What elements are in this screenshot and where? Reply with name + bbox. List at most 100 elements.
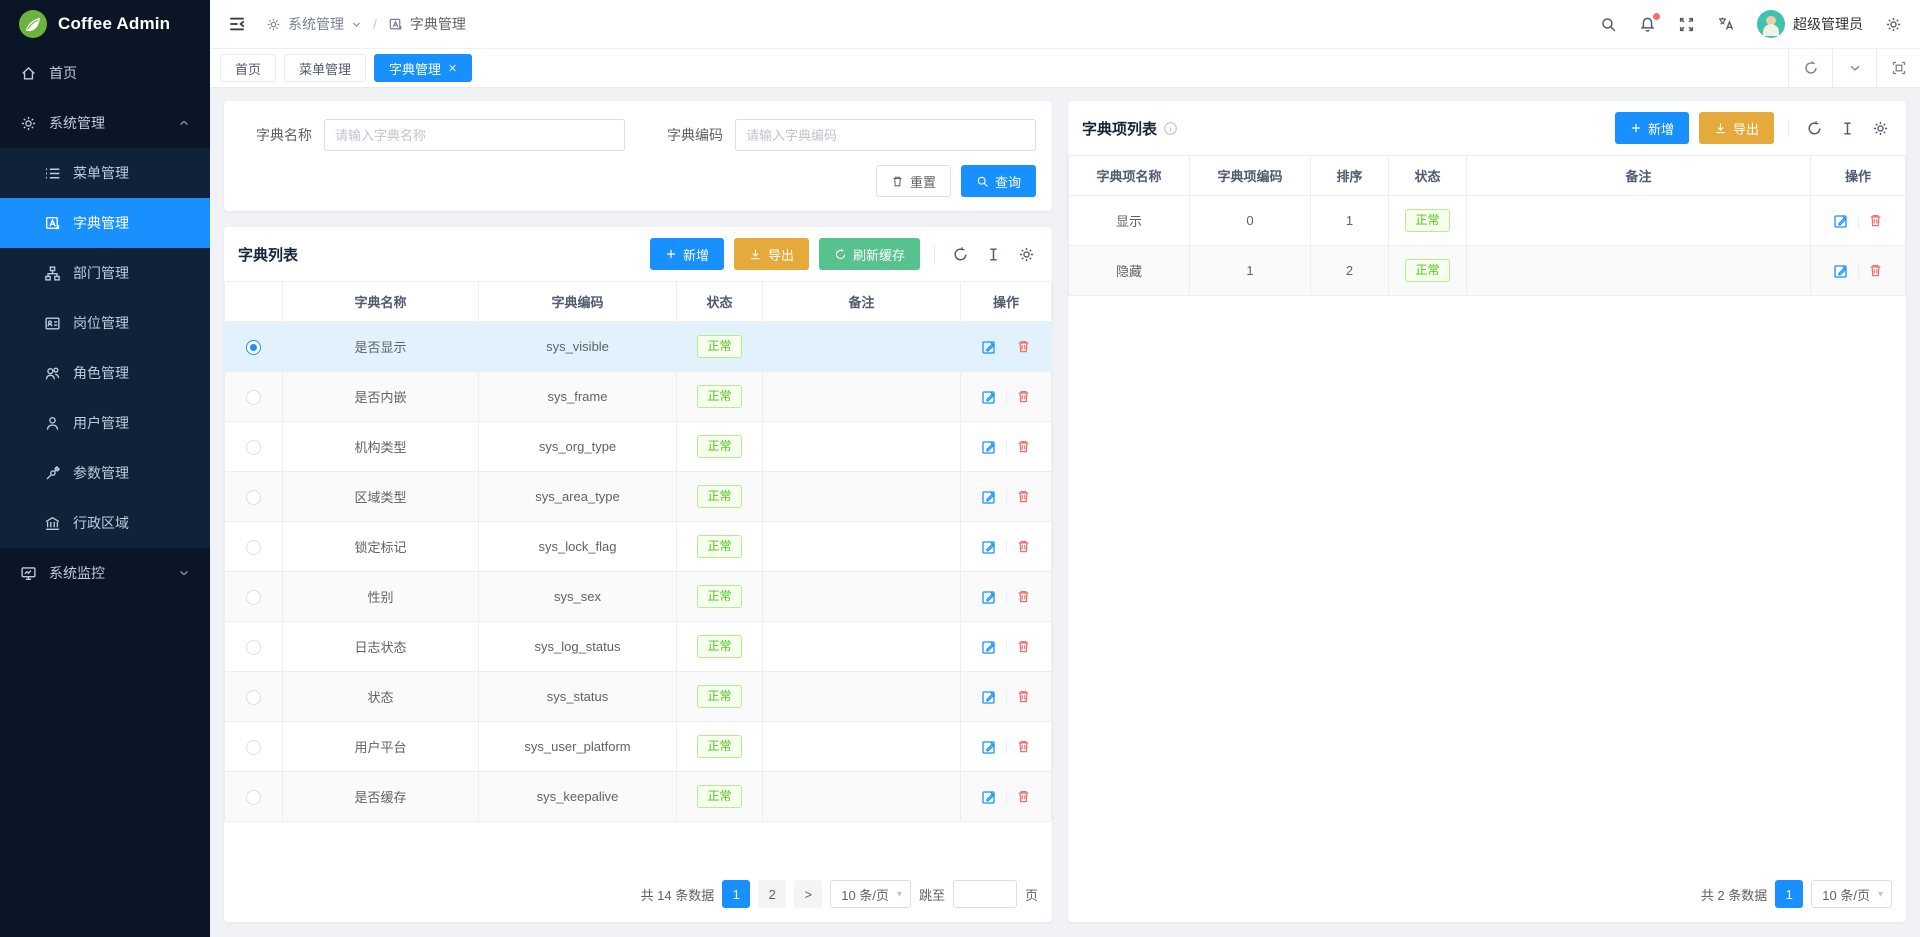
text-height-icon[interactable]	[1836, 120, 1859, 137]
edit-icon[interactable]	[981, 639, 997, 655]
edit-icon[interactable]	[981, 489, 997, 505]
edit-icon[interactable]	[981, 339, 997, 355]
fullscreen-icon[interactable]	[1678, 16, 1695, 33]
row-radio-cell[interactable]	[225, 722, 283, 772]
edit-icon[interactable]	[981, 589, 997, 605]
row-radio[interactable]	[246, 340, 261, 355]
row-radio[interactable]	[246, 590, 261, 605]
add-button[interactable]: 新增	[650, 238, 724, 270]
row-radio[interactable]	[246, 740, 261, 755]
menu-fold-icon[interactable]	[228, 15, 246, 33]
table-row[interactable]: 是否缓存sys_keepalive正常	[225, 772, 1052, 822]
chevron-down-icon[interactable]	[1832, 49, 1876, 87]
delete-icon[interactable]	[1016, 689, 1031, 704]
table-row[interactable]: 锁定标记sys_lock_flag正常	[225, 522, 1052, 572]
refresh-icon[interactable]	[1788, 49, 1832, 87]
row-radio[interactable]	[246, 390, 261, 405]
edit-icon[interactable]	[1833, 263, 1849, 279]
page-size-select[interactable]: 10 条/页 ▾	[830, 880, 911, 908]
query-button[interactable]: 查询	[961, 165, 1036, 197]
edit-icon[interactable]	[1833, 213, 1849, 229]
dict-name-input[interactable]	[324, 119, 625, 151]
dict-code-input[interactable]	[735, 119, 1036, 151]
next-page-button[interactable]: >	[794, 880, 822, 908]
sidebar-item-user-mgmt[interactable]: 用户管理	[0, 398, 210, 448]
tab-home[interactable]: 首页	[220, 54, 276, 82]
export-items-button[interactable]: 导出	[1699, 112, 1774, 144]
row-radio[interactable]	[246, 490, 261, 505]
table-row[interactable]: 显示01正常	[1069, 196, 1906, 246]
translate-icon[interactable]	[1717, 15, 1735, 33]
row-radio-cell[interactable]	[225, 322, 283, 372]
table-row[interactable]: 用户平台sys_user_platform正常	[225, 722, 1052, 772]
edit-icon[interactable]	[981, 389, 997, 405]
sidebar-item-param-mgmt[interactable]: 参数管理	[0, 448, 210, 498]
refresh-icon[interactable]	[949, 246, 972, 263]
page-button-1[interactable]: 1	[1775, 880, 1803, 908]
page-button-1[interactable]: 1	[722, 880, 750, 908]
search-icon[interactable]	[1600, 16, 1617, 33]
text-height-icon[interactable]	[982, 246, 1005, 263]
row-radio-cell[interactable]	[225, 572, 283, 622]
gear-icon[interactable]	[1885, 16, 1902, 33]
sidebar-item-dict-mgmt[interactable]: 字典管理	[0, 198, 210, 248]
breadcrumb-parent[interactable]: 系统管理	[288, 14, 344, 34]
delete-icon[interactable]	[1868, 213, 1883, 228]
delete-icon[interactable]	[1868, 263, 1883, 278]
row-radio-cell[interactable]	[225, 372, 283, 422]
gear-icon[interactable]	[1869, 120, 1892, 137]
table-row[interactable]: 隐藏12正常	[1069, 246, 1906, 296]
refresh-cache-button[interactable]: 刷新缓存	[819, 238, 920, 270]
close-icon[interactable]: ✕	[448, 62, 457, 75]
row-radio-cell[interactable]	[225, 772, 283, 822]
table-row[interactable]: 性别sys_sex正常	[225, 572, 1052, 622]
table-row[interactable]: 是否内嵌sys_frame正常	[225, 372, 1052, 422]
edit-icon[interactable]	[981, 539, 997, 555]
delete-icon[interactable]	[1016, 489, 1031, 504]
delete-icon[interactable]	[1016, 739, 1031, 754]
sidebar-item-region[interactable]: 行政区域	[0, 498, 210, 548]
delete-icon[interactable]	[1016, 439, 1031, 454]
row-radio-cell[interactable]	[225, 422, 283, 472]
row-radio-cell[interactable]	[225, 672, 283, 722]
delete-icon[interactable]	[1016, 539, 1031, 554]
sidebar-item-menu-mgmt[interactable]: 菜单管理	[0, 148, 210, 198]
delete-icon[interactable]	[1016, 339, 1031, 354]
tab-menu-mgmt[interactable]: 菜单管理	[284, 54, 366, 82]
row-radio[interactable]	[246, 440, 261, 455]
gear-icon[interactable]	[1015, 246, 1038, 263]
sidebar-item-system[interactable]: 系统管理	[0, 98, 210, 148]
sidebar-item-monitor[interactable]: 系统监控	[0, 548, 210, 598]
row-radio[interactable]	[246, 690, 261, 705]
maximize-icon[interactable]	[1876, 49, 1920, 87]
user-menu[interactable]: 超级管理员	[1757, 10, 1863, 38]
delete-icon[interactable]	[1016, 789, 1031, 804]
row-radio-cell[interactable]	[225, 522, 283, 572]
delete-icon[interactable]	[1016, 589, 1031, 604]
app-logo[interactable]: Coffee Admin	[0, 0, 210, 48]
table-row[interactable]: 状态sys_status正常	[225, 672, 1052, 722]
table-row[interactable]: 区域类型sys_area_type正常	[225, 472, 1052, 522]
edit-icon[interactable]	[981, 789, 997, 805]
sidebar-item-role-mgmt[interactable]: 角色管理	[0, 348, 210, 398]
edit-icon[interactable]	[981, 439, 997, 455]
bell-icon[interactable]	[1639, 16, 1656, 33]
row-radio-cell[interactable]	[225, 622, 283, 672]
sidebar-item-post-mgmt[interactable]: 岗位管理	[0, 298, 210, 348]
tab-dict-mgmt[interactable]: 字典管理 ✕	[374, 54, 472, 82]
page-button-2[interactable]: 2	[758, 880, 786, 908]
row-radio[interactable]	[246, 540, 261, 555]
table-row[interactable]: 日志状态sys_log_status正常	[225, 622, 1052, 672]
sidebar-item-dept-mgmt[interactable]: 部门管理	[0, 248, 210, 298]
delete-icon[interactable]	[1016, 389, 1031, 404]
reset-button[interactable]: 重置	[876, 165, 951, 197]
row-radio[interactable]	[246, 640, 261, 655]
edit-icon[interactable]	[981, 689, 997, 705]
table-row[interactable]: 是否显示sys_visible正常	[225, 322, 1052, 372]
export-button[interactable]: 导出	[734, 238, 809, 270]
delete-icon[interactable]	[1016, 639, 1031, 654]
refresh-icon[interactable]	[1803, 120, 1826, 137]
page-size-select[interactable]: 10 条/页 ▾	[1811, 880, 1892, 908]
add-item-button[interactable]: 新增	[1615, 112, 1689, 144]
row-radio[interactable]	[246, 790, 261, 805]
